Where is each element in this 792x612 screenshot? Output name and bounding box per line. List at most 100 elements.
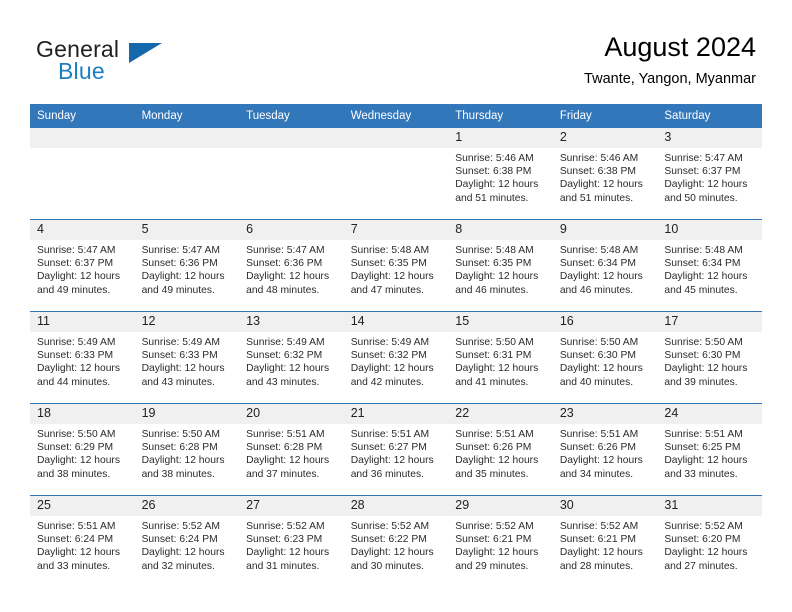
page-title: August 2024 bbox=[604, 32, 756, 62]
daylight-text: Daylight: 12 hours and 44 minutes. bbox=[37, 363, 120, 388]
daylight-text: Daylight: 12 hours and 27 minutes. bbox=[664, 547, 748, 572]
calendar-day-cell[interactable]: 21 Sunrise: 5:51 AM Sunset: 6:27 PM Dayligh… bbox=[343, 403, 449, 496]
sunrise-text: Sunrise: 5:50 AM bbox=[455, 337, 534, 348]
day-number: 28 bbox=[343, 496, 449, 516]
calendar-day-cell[interactable]: 31 Sunrise: 5:52 AM Sunset: 6:20 PM Dayligh… bbox=[657, 495, 762, 587]
calendar-week-row: 1 Sunrise: 5:46 AM Sunset: 6:38 PM Daylight… bbox=[30, 128, 762, 220]
calendar-day-cell[interactable]: 7 Sunrise: 5:48 AM Sunset: 6:35 PM Daylight… bbox=[343, 219, 449, 312]
calendar-day-cell-empty bbox=[343, 128, 449, 220]
day-sun-info: Sunrise: 5:51 AM Sunset: 6:26 PM Daylight:… bbox=[448, 424, 553, 481]
day-sun-info: Sunrise: 5:51 AM Sunset: 6:24 PM Daylight:… bbox=[30, 516, 135, 573]
calendar-day-cell[interactable]: 27 Sunrise: 5:52 AM Sunset: 6:23 PM Dayligh… bbox=[239, 495, 344, 587]
sunset-text: Sunset: 6:26 PM bbox=[455, 442, 532, 454]
weekday-header-saturday: Saturday bbox=[657, 104, 762, 128]
day-sun-info: Sunrise: 5:48 AM Sunset: 6:34 PM Daylight:… bbox=[657, 240, 762, 297]
weekday-header-thursday: Thursday bbox=[448, 104, 553, 128]
calendar-day-cell[interactable]: 13 Sunrise: 5:49 AM Sunset: 6:32 PM Dayligh… bbox=[239, 311, 344, 404]
sunrise-text: Sunrise: 5:51 AM bbox=[37, 521, 116, 532]
calendar-day-cell[interactable]: 19 Sunrise: 5:50 AM Sunset: 6:28 PM Dayligh… bbox=[134, 403, 240, 496]
calendar-day-cell[interactable]: 1 Sunrise: 5:46 AM Sunset: 6:38 PM Daylight… bbox=[448, 128, 553, 220]
day-sun-info: Sunrise: 5:52 AM Sunset: 6:21 PM Daylight:… bbox=[448, 516, 553, 573]
brand-name-blue: Blue bbox=[58, 58, 105, 84]
daylight-text: Daylight: 12 hours and 46 minutes. bbox=[559, 271, 643, 296]
daylight-text: Daylight: 12 hours and 34 minutes. bbox=[559, 455, 643, 480]
sunrise-text: Sunrise: 5:50 AM bbox=[559, 337, 639, 348]
sunrise-text: Sunrise: 5:51 AM bbox=[246, 429, 325, 440]
daylight-text: Daylight: 12 hours and 38 minutes. bbox=[37, 455, 120, 480]
calendar-day-cell[interactable]: 4 Sunrise: 5:47 AM Sunset: 6:37 PM Daylight… bbox=[30, 219, 135, 312]
calendar-day-cell[interactable]: 8 Sunrise: 5:48 AM Sunset: 6:35 PM Daylight… bbox=[448, 219, 553, 312]
calendar-day-cell[interactable]: 3 Sunrise: 5:47 AM Sunset: 6:37 PM Daylight… bbox=[657, 128, 762, 220]
calendar-day-cell[interactable]: 26 Sunrise: 5:52 AM Sunset: 6:24 PM Dayligh… bbox=[134, 495, 240, 587]
sunrise-text: Sunrise: 5:48 AM bbox=[350, 245, 430, 256]
day-sun-info: Sunrise: 5:52 AM Sunset: 6:20 PM Daylight:… bbox=[657, 516, 762, 573]
calendar-day-cell[interactable]: 25 Sunrise: 5:51 AM Sunset: 6:24 PM Dayligh… bbox=[30, 495, 135, 587]
daylight-text: Daylight: 12 hours and 49 minutes. bbox=[37, 271, 120, 296]
calendar-day-cell[interactable]: 10 Sunrise: 5:48 AM Sunset: 6:34 PM Dayligh… bbox=[657, 219, 762, 312]
calendar-day-cell[interactable]: 28 Sunrise: 5:52 AM Sunset: 6:22 PM Dayligh… bbox=[343, 495, 449, 587]
calendar-day-cell[interactable]: 12 Sunrise: 5:49 AM Sunset: 6:33 PM Dayligh… bbox=[134, 311, 240, 404]
calendar-day-cell[interactable]: 16 Sunrise: 5:50 AM Sunset: 6:30 PM Dayligh… bbox=[552, 311, 658, 404]
daylight-text: Daylight: 12 hours and 47 minutes. bbox=[350, 271, 434, 296]
day-number: 25 bbox=[30, 496, 135, 516]
day-number bbox=[30, 128, 135, 148]
day-sun-info: Sunrise: 5:49 AM Sunset: 6:33 PM Daylight:… bbox=[30, 332, 135, 389]
day-sun-info: Sunrise: 5:50 AM Sunset: 6:28 PM Daylight:… bbox=[135, 424, 240, 481]
sunset-text: Sunset: 6:27 PM bbox=[350, 442, 427, 454]
calendar-header-row: Sunday Monday Tuesday Wednesday Thursday Frid… bbox=[30, 104, 762, 128]
daylight-text: Daylight: 12 hours and 46 minutes. bbox=[455, 271, 539, 296]
day-sun-info: Sunrise: 5:51 AM Sunset: 6:28 PM Daylight:… bbox=[239, 424, 344, 481]
day-number: 10 bbox=[657, 220, 762, 240]
day-number: 5 bbox=[134, 220, 240, 240]
day-number: 14 bbox=[343, 312, 449, 332]
sunset-text: Sunset: 6:28 PM bbox=[141, 442, 218, 454]
daylight-text: Daylight: 12 hours and 42 minutes. bbox=[350, 363, 434, 388]
daylight-text: Daylight: 12 hours and 29 minutes. bbox=[455, 547, 539, 572]
daylight-text: Daylight: 12 hours and 51 minutes. bbox=[455, 179, 539, 204]
calendar-day-cell[interactable]: 2 Sunrise: 5:46 AM Sunset: 6:38 PM Daylight… bbox=[552, 128, 658, 220]
day-number: 4 bbox=[30, 220, 135, 240]
calendar-day-cell-empty bbox=[239, 128, 344, 220]
page-header: General Blue August 2024 Twante, Yangon,… bbox=[0, 0, 792, 104]
calendar-day-cell[interactable]: 15 Sunrise: 5:50 AM Sunset: 6:31 PM Dayligh… bbox=[448, 311, 553, 404]
weekday-header-monday: Monday bbox=[134, 104, 240, 128]
calendar-day-cell[interactable]: 5 Sunrise: 5:47 AM Sunset: 6:36 PM Daylight… bbox=[134, 219, 240, 312]
calendar-day-cell[interactable]: 22 Sunrise: 5:51 AM Sunset: 6:26 PM Dayligh… bbox=[448, 403, 553, 496]
sunset-text: Sunset: 6:38 PM bbox=[559, 166, 636, 178]
calendar-day-cell[interactable]: 6 Sunrise: 5:47 AM Sunset: 6:36 PM Daylight… bbox=[239, 219, 344, 312]
daylight-text: Daylight: 12 hours and 51 minutes. bbox=[559, 179, 643, 204]
calendar-day-cell[interactable]: 9 Sunrise: 5:48 AM Sunset: 6:34 PM Daylight… bbox=[552, 219, 658, 312]
calendar-day-cell[interactable]: 18 Sunrise: 5:50 AM Sunset: 6:29 PM Dayligh… bbox=[30, 403, 135, 496]
sunset-text: Sunset: 6:33 PM bbox=[141, 350, 218, 362]
sunrise-text: Sunrise: 5:52 AM bbox=[350, 521, 430, 532]
calendar-day-cell-empty bbox=[30, 128, 135, 220]
day-number: 12 bbox=[134, 312, 240, 332]
daylight-text: Daylight: 12 hours and 48 minutes. bbox=[246, 271, 330, 296]
day-number bbox=[134, 128, 240, 148]
day-sun-info: Sunrise: 5:47 AM Sunset: 6:37 PM Daylight:… bbox=[30, 240, 135, 297]
calendar-day-cell[interactable]: 30 Sunrise: 5:52 AM Sunset: 6:21 PM Dayligh… bbox=[552, 495, 658, 587]
sunrise-text: Sunrise: 5:51 AM bbox=[664, 429, 743, 440]
sunset-text: Sunset: 6:26 PM bbox=[559, 442, 636, 454]
sunset-text: Sunset: 6:24 PM bbox=[141, 534, 218, 546]
calendar-day-cell[interactable]: 29 Sunrise: 5:52 AM Sunset: 6:21 PM Dayligh… bbox=[448, 495, 553, 587]
weekday-header-sunday: Sunday bbox=[30, 104, 135, 128]
daylight-text: Daylight: 12 hours and 30 minutes. bbox=[350, 547, 434, 572]
day-sun-info: Sunrise: 5:51 AM Sunset: 6:26 PM Daylight:… bbox=[553, 424, 658, 481]
calendar-day-cell[interactable]: 14 Sunrise: 5:49 AM Sunset: 6:32 PM Dayligh… bbox=[343, 311, 449, 404]
sunrise-text: Sunrise: 5:48 AM bbox=[664, 245, 743, 256]
day-sun-info: Sunrise: 5:51 AM Sunset: 6:25 PM Daylight:… bbox=[657, 424, 762, 481]
daylight-text: Daylight: 12 hours and 40 minutes. bbox=[559, 363, 643, 388]
sunset-text: Sunset: 6:33 PM bbox=[37, 350, 114, 362]
sunrise-text: Sunrise: 5:51 AM bbox=[350, 429, 430, 440]
day-number: 27 bbox=[239, 496, 344, 516]
day-number: 26 bbox=[134, 496, 240, 516]
calendar-day-cell[interactable]: 11 Sunrise: 5:49 AM Sunset: 6:33 PM Dayligh… bbox=[30, 311, 135, 404]
calendar-day-cell[interactable]: 24 Sunrise: 5:51 AM Sunset: 6:25 PM Dayligh… bbox=[657, 403, 762, 496]
triangle-icon bbox=[129, 43, 162, 63]
calendar-day-cell[interactable]: 17 Sunrise: 5:50 AM Sunset: 6:30 PM Dayligh… bbox=[657, 311, 762, 404]
day-number: 29 bbox=[448, 496, 553, 516]
calendar-day-cell[interactable]: 20 Sunrise: 5:51 AM Sunset: 6:28 PM Dayligh… bbox=[239, 403, 344, 496]
calendar-day-cell[interactable]: 23 Sunrise: 5:51 AM Sunset: 6:26 PM Dayligh… bbox=[552, 403, 658, 496]
day-number: 20 bbox=[239, 404, 344, 424]
